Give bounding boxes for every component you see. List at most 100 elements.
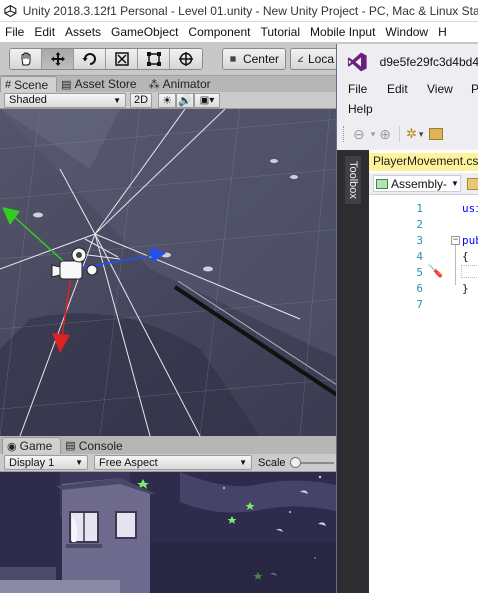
- scene-icon: #: [5, 78, 12, 91]
- line-text: }: [462, 281, 469, 295]
- dropdown-arrow-icon: ▼: [451, 179, 459, 188]
- new-project-icon[interactable]: ✲: [406, 126, 417, 142]
- sun-icon: ☀: [162, 94, 172, 107]
- dropdown-arrow-icon: ▼: [113, 95, 121, 105]
- shading-mode-dropdown[interactable]: Shaded ▼: [4, 92, 126, 108]
- file-tab-playermovement[interactable]: PlayerMovement.cs: [369, 153, 478, 171]
- tab-console[interactable]: ▤ Console: [61, 437, 130, 454]
- code-editor: PlayerMovement.cs Assembly- ▼ 1 usi 2: [369, 150, 478, 593]
- hand-icon: [21, 52, 30, 66]
- pivot-label: Center: [242, 52, 279, 66]
- project-dropdown-value: Assembly-: [391, 176, 448, 191]
- tab-scene-label: Scene: [14, 77, 49, 92]
- line-number: 7: [416, 297, 423, 311]
- move-icon: [50, 52, 65, 66]
- 2d-toggle[interactable]: 2D: [130, 92, 152, 108]
- rect-icon: [146, 52, 161, 66]
- editor-nav-bar: Assembly- ▼: [369, 173, 478, 195]
- tab-animator[interactable]: ⁂ Animator: [145, 76, 219, 92]
- rotate-icon: [82, 53, 96, 65]
- line-number: 2: [416, 217, 423, 231]
- csharp-project-icon: [376, 178, 388, 189]
- toolbar-separator: [399, 126, 400, 142]
- project-dropdown[interactable]: Assembly- ▼: [373, 175, 462, 192]
- toolbox-tab[interactable]: Toolbox: [345, 156, 361, 204]
- scene-tab-strip: # Scene ▤ Asset Store ⁂ Animator: [0, 76, 340, 92]
- lighting-toggle[interactable]: ☀: [158, 92, 176, 108]
- menu-gameobject[interactable]: GameObject: [106, 25, 183, 39]
- local-space-toggle[interactable]: Loca: [290, 48, 340, 70]
- line-number: 4: [416, 249, 423, 263]
- tab-game-label: Game: [19, 439, 53, 453]
- scale-label: Scale: [258, 456, 286, 469]
- vs-menu-help[interactable]: Help: [348, 102, 373, 116]
- pivot-center-toggle[interactable]: Center: [222, 48, 286, 70]
- vs-menu-file[interactable]: File: [348, 82, 367, 96]
- tab-asset-store-label: Asset Store: [74, 77, 137, 91]
- class-icon: [467, 177, 478, 190]
- code-area[interactable]: 1 usi 2 3 − pub 4 { 5 🪛: [369, 196, 478, 593]
- move-tool-button[interactable]: [42, 49, 74, 69]
- game-viewport[interactable]: [0, 472, 340, 593]
- tab-game[interactable]: ◉ Game: [2, 437, 62, 454]
- transform-tool-button[interactable]: [170, 49, 202, 69]
- menu-component[interactable]: Component: [183, 25, 255, 39]
- quick-actions-screwdriver-icon[interactable]: 🪛: [427, 264, 443, 279]
- audio-toggle[interactable]: 🔊: [176, 92, 194, 108]
- effects-dropdown[interactable]: ▣▾: [194, 92, 220, 108]
- vs-menu-edit[interactable]: Edit: [387, 82, 408, 96]
- animator-icon: ⁂: [148, 78, 160, 91]
- new-dropdown-icon[interactable]: ▾: [419, 129, 424, 140]
- scene-control-bar: Shaded ▼ 2D ☀ 🔊 ▣▾: [0, 92, 340, 109]
- aspect-dropdown[interactable]: Free Aspect ▼: [94, 455, 252, 470]
- menu-window[interactable]: Window: [380, 25, 433, 39]
- game-render: [0, 472, 340, 593]
- forward-nav-icon[interactable]: ⊕: [379, 126, 391, 143]
- collapse-toggle-icon[interactable]: −: [451, 236, 460, 245]
- scale-slider[interactable]: [289, 456, 334, 469]
- unity-title-bar: Unity 2018.3.12f1 Personal - Level 01.un…: [0, 0, 478, 22]
- aspect-value: Free Aspect: [99, 456, 158, 469]
- menu-help[interactable]: H: [433, 25, 452, 39]
- vs-menu-project[interactable]: P: [471, 82, 478, 96]
- unity-logo-icon: [4, 4, 17, 17]
- line-text: {: [462, 249, 469, 263]
- current-line-highlight: [461, 265, 478, 278]
- display-dropdown[interactable]: Display 1 ▼: [4, 455, 88, 470]
- menu-assets[interactable]: Assets: [60, 25, 106, 39]
- console-icon: ▤: [65, 440, 76, 452]
- back-dropdown-icon[interactable]: ▾: [371, 129, 376, 140]
- menu-file[interactable]: File: [0, 25, 29, 39]
- vs-menu-bar: File Edit View P Help: [337, 80, 478, 120]
- scale-tool-button[interactable]: [106, 49, 138, 69]
- scene-render: [0, 109, 340, 436]
- scene-viewport[interactable]: [0, 109, 340, 436]
- tab-asset-store[interactable]: ▤ Asset Store: [57, 76, 144, 92]
- hand-tool-button[interactable]: [10, 49, 42, 69]
- scale-slider-thumb[interactable]: [289, 456, 301, 468]
- asset-store-icon: ▤: [61, 78, 72, 91]
- game-icon: ◉: [7, 440, 17, 453]
- open-folder-icon[interactable]: [429, 128, 444, 140]
- dropdown-arrow-icon: ▼: [75, 458, 83, 467]
- line-number: 6: [416, 281, 423, 295]
- toolbox-label: Toolbox: [347, 161, 359, 199]
- rect-tool-button[interactable]: [138, 49, 170, 69]
- tab-animator-label: Animator: [162, 77, 211, 91]
- back-nav-icon[interactable]: ⊖: [353, 126, 365, 143]
- tab-scene[interactable]: # Scene: [0, 76, 58, 92]
- tab-console-label: Console: [78, 438, 123, 453]
- menu-mobile-input[interactable]: Mobile Input: [305, 25, 380, 39]
- vs-window-title: d9e5fe29fc3d4bd4: [379, 55, 478, 69]
- speaker-icon: 🔊: [178, 94, 192, 107]
- menu-tutorial[interactable]: Tutorial: [255, 25, 305, 39]
- display-value: Display 1: [9, 456, 55, 469]
- vs-menu-view[interactable]: View: [427, 82, 453, 96]
- dropdown-arrow-icon: ▼: [239, 458, 247, 467]
- vs-title-bar: d9e5fe29fc3d4bd4: [337, 44, 478, 80]
- scale-icon: [114, 52, 129, 66]
- rotate-tool-button[interactable]: [74, 49, 106, 69]
- transform-icon: [179, 52, 193, 66]
- 2d-label: 2D: [133, 94, 149, 106]
- menu-edit[interactable]: Edit: [29, 25, 60, 39]
